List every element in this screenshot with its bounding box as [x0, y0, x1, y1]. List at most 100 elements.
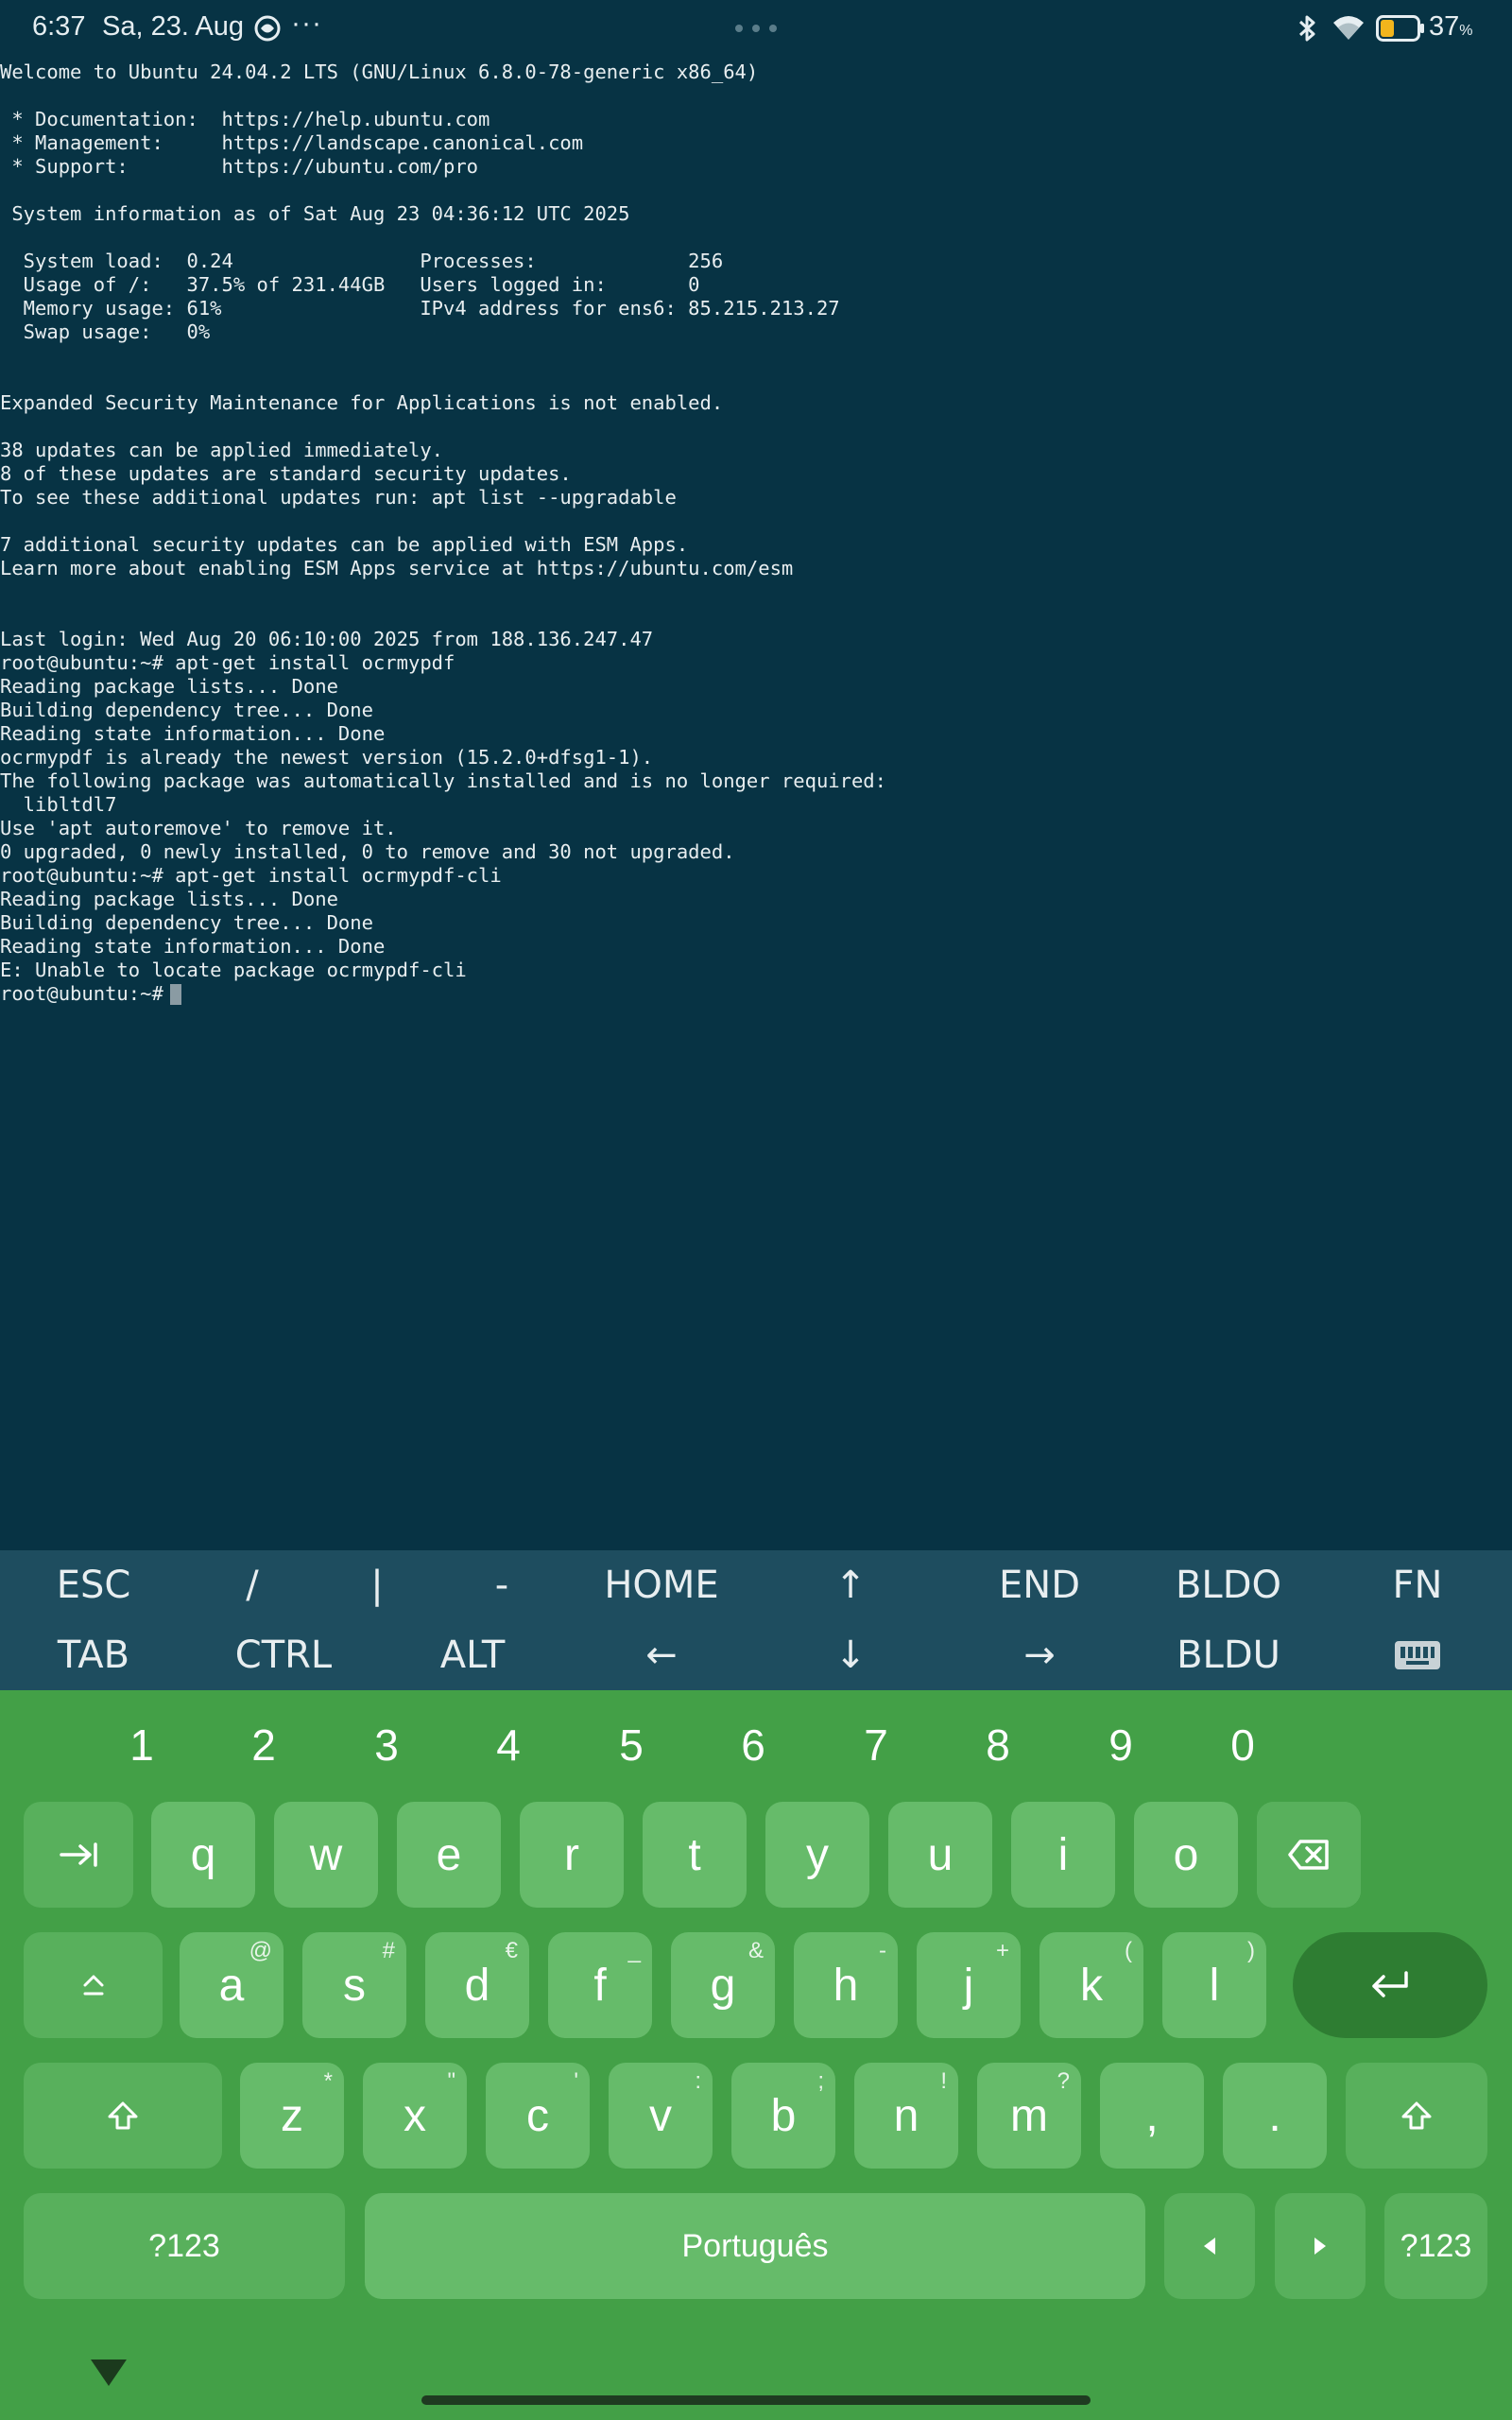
extra-key-down[interactable]: ↓: [766, 1620, 935, 1690]
key-t[interactable]: t: [643, 1802, 747, 1908]
tab-key[interactable]: [24, 1802, 133, 1908]
caps-lock-key[interactable]: [24, 1932, 163, 2038]
key-v[interactable]: v:: [609, 2063, 713, 2169]
key-label: .: [1268, 2090, 1281, 2141]
key-hint: ': [574, 2068, 578, 2094]
key-a[interactable]: a @: [180, 1932, 284, 2038]
extra-key-right[interactable]: →: [955, 1620, 1124, 1690]
key-h[interactable]: h-: [794, 1932, 898, 2038]
key-m[interactable]: m?: [977, 2063, 1081, 2169]
number-key-7[interactable]: 7: [815, 1702, 937, 1789]
key-hint: *: [323, 2068, 333, 2094]
key-label: h: [833, 1960, 859, 2011]
key-r[interactable]: r: [520, 1802, 624, 1908]
key-i[interactable]: i: [1011, 1802, 1115, 1908]
number-key-5[interactable]: 5: [570, 1702, 693, 1789]
key-w[interactable]: w: [274, 1802, 378, 1908]
key-comma[interactable]: ,: [1100, 2063, 1204, 2169]
extra-key-ctrl[interactable]: CTRL: [199, 1620, 368, 1690]
extra-key-esc[interactable]: ESC: [9, 1550, 178, 1620]
key-label: z: [281, 2090, 303, 2141]
number-key-6[interactable]: 6: [692, 1702, 815, 1789]
extra-key-minus[interactable]: -: [418, 1550, 586, 1620]
key-hint: _: [627, 1938, 641, 1963]
extra-key-alt[interactable]: ALT: [388, 1620, 557, 1690]
collapse-keyboard-icon[interactable]: [91, 2360, 127, 2386]
gesture-home-bar[interactable]: [421, 2395, 1091, 2405]
enter-key[interactable]: [1293, 1932, 1487, 2038]
key-o[interactable]: o: [1134, 1802, 1238, 1908]
key-period[interactable]: .: [1223, 2063, 1327, 2169]
symbols-key-right[interactable]: ?123: [1384, 2193, 1487, 2299]
keyboard-icon: [1395, 1641, 1440, 1669]
number-key-3[interactable]: 3: [325, 1702, 448, 1789]
key-q[interactable]: q: [151, 1802, 255, 1908]
key-e[interactable]: e: [397, 1802, 501, 1908]
key-label: k: [1080, 1960, 1103, 2011]
key-d[interactable]: d €: [425, 1932, 529, 2038]
number-key-1[interactable]: 1: [80, 1702, 203, 1789]
key-f[interactable]: f _: [548, 1932, 652, 2038]
number-key-0[interactable]: 0: [1181, 1702, 1304, 1789]
symbols-key-left[interactable]: ?123: [24, 2193, 345, 2299]
terminal-line: Welcome to Ubuntu 24.04.2 LTS (GNU/Linux…: [0, 60, 759, 83]
extra-key-bldo[interactable]: BLDO: [1144, 1550, 1313, 1620]
key-hint: @: [249, 1938, 272, 1963]
terminal-line: * Support: https://ubuntu.com/pro: [0, 155, 479, 178]
key-j[interactable]: j +: [917, 1932, 1021, 2038]
key-s[interactable]: s #: [302, 1932, 406, 2038]
status-date: Sa, 23. Aug: [102, 11, 244, 42]
extra-key-left[interactable]: ←: [577, 1620, 746, 1690]
caret-left-icon: [1204, 2238, 1215, 2255]
key-x[interactable]: x ": [363, 2063, 467, 2169]
terminal-line: Building dependency tree... Done: [0, 699, 373, 721]
cursor-right-key[interactable]: [1275, 2193, 1366, 2299]
tab-icon: [60, 1842, 97, 1867]
terminal-output: Welcome to Ubuntu 24.04.2 LTS (GNU/Linux…: [0, 60, 1512, 1006]
cursor-left-key[interactable]: [1164, 2193, 1255, 2299]
key-c[interactable]: c ': [486, 2063, 590, 2169]
terminal-line: Memory usage: 61% IPv4 address for ens6:…: [0, 297, 840, 320]
key-y[interactable]: y: [765, 1802, 869, 1908]
key-u[interactable]: u: [888, 1802, 992, 1908]
terminal-view[interactable]: Welcome to Ubuntu 24.04.2 LTS (GNU/Linux…: [0, 60, 1512, 1550]
extra-key-tab[interactable]: TAB: [9, 1620, 178, 1690]
key-n[interactable]: n!: [854, 2063, 958, 2169]
extra-key-up[interactable]: ↑: [766, 1550, 935, 1620]
key-g[interactable]: g &: [671, 1932, 775, 2038]
space-bar[interactable]: Português: [365, 2193, 1145, 2299]
key-l[interactable]: l): [1162, 1932, 1266, 2038]
key-hint: ;: [817, 2068, 824, 2094]
number-key-9[interactable]: 9: [1059, 1702, 1182, 1789]
battery-percent-unit: %: [1459, 23, 1473, 39]
terminal-line: 0 upgraded, 0 newly installed, 0 to remo…: [0, 840, 735, 863]
key-k[interactable]: k(: [1040, 1932, 1143, 2038]
key-hint: €: [505, 1938, 518, 1963]
extra-keys-bar: ESC / | - HOME ↑ END BLDO FN TAB CTRL AL…: [0, 1550, 1512, 1690]
key-label: l: [1209, 1960, 1220, 2011]
key-z[interactable]: z *: [240, 2063, 344, 2169]
key-label: f: [593, 1960, 607, 2011]
shift-key-left[interactable]: [24, 2063, 222, 2169]
key-hint: !: [940, 2068, 947, 2094]
extra-key-fn[interactable]: FN: [1333, 1550, 1502, 1620]
extra-key-home[interactable]: HOME: [577, 1550, 746, 1620]
number-key-4[interactable]: 4: [447, 1702, 570, 1789]
status-time: 6:37: [32, 11, 86, 42]
terminal-line: Learn more about enabling ESM Apps servi…: [0, 557, 794, 579]
key-hint: +: [995, 1938, 1009, 1963]
shift-key-right[interactable]: [1346, 2063, 1487, 2169]
extra-key-end[interactable]: END: [955, 1550, 1124, 1620]
drag-handle-icon[interactable]: [735, 25, 777, 32]
number-key-8[interactable]: 8: [936, 1702, 1059, 1789]
extra-key-bldu[interactable]: BLDU: [1144, 1620, 1313, 1690]
key-label: ,: [1145, 2090, 1159, 2141]
backspace-key[interactable]: [1257, 1802, 1361, 1908]
key-b[interactable]: b;: [731, 2063, 835, 2169]
number-key-2[interactable]: 2: [202, 1702, 325, 1789]
extra-key-keyboard-toggle[interactable]: [1333, 1620, 1502, 1690]
key-label: x: [404, 2090, 426, 2141]
